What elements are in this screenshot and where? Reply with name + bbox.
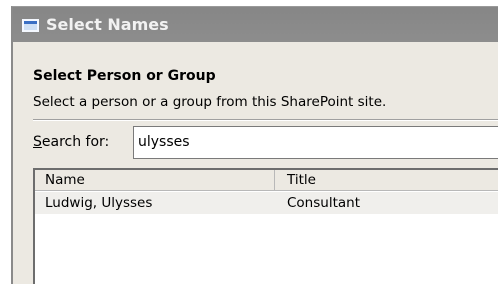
column-header-title[interactable]: Title [275,170,498,190]
window-icon [22,19,39,32]
result-title: Consultant [287,195,360,211]
results-header: Name Title [35,170,498,191]
search-label-text: earch for: [41,134,110,150]
column-header-name[interactable]: Name [35,170,275,190]
section-heading: Select Person or Group [33,68,216,84]
results-list[interactable]: Name Title Ludwig, Ulysses Consultant [33,168,498,284]
search-input[interactable]: ulysses [133,126,498,159]
result-name: Ludwig, Ulysses [45,195,153,211]
select-names-dialog: Select Names Select Person or Group Sele… [11,6,498,284]
result-row[interactable]: Ludwig, Ulysses Consultant [35,192,498,214]
divider [33,119,498,121]
window-title: Select Names [46,15,169,34]
section-description: Select a person or a group from this Sha… [33,94,387,110]
title-bar[interactable]: Select Names [13,7,498,42]
search-label: Search for: [33,134,109,150]
search-label-accelerator: S [33,134,42,150]
